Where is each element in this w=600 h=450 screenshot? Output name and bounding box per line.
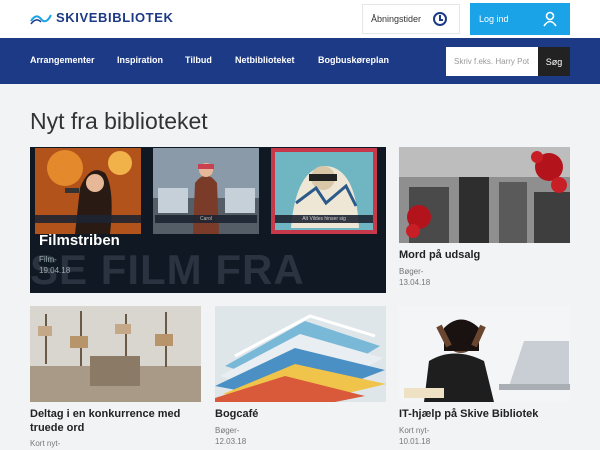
nav-item-tilbud[interactable]: Tilbud	[185, 55, 212, 65]
news-card[interactable]: Bogcafé Bøger- 12.03.18	[215, 306, 386, 450]
featured-title: Filmstriben	[39, 232, 120, 249]
nav-item-netbiblioteket[interactable]: Netbiblioteket	[235, 55, 295, 65]
opening-hours-button[interactable]: Åbningstider	[362, 4, 460, 34]
featured-news-card[interactable]: Carol Alt Vildes hinser sig SE FILM FRA …	[30, 147, 386, 293]
poster-caption	[35, 215, 141, 223]
login-button[interactable]: Log ind	[470, 3, 570, 35]
news-card-category: Bøger-	[215, 426, 240, 435]
news-card-date: 13.04.18	[399, 278, 431, 287]
news-card[interactable]: Mord på udsalg Bøger- 13.04.18	[399, 147, 570, 292]
news-card-category: Kort nyt-	[399, 426, 430, 435]
user-icon	[543, 11, 557, 27]
login-label: Log ind	[479, 14, 509, 24]
poster-caption: Carol	[155, 215, 257, 223]
news-card-title: Mord på udsalg	[399, 249, 481, 261]
poster-caption: Alt Vildes hinser sig	[275, 215, 373, 223]
news-card-category: Kort nyt-	[30, 439, 61, 448]
nav-item-arrangementer[interactable]: Arrangementer	[30, 55, 95, 65]
page-title: Nyt fra biblioteket	[30, 108, 208, 134]
news-card-image	[215, 306, 386, 402]
news-card-title: Deltag i en konkurrence med truede ord	[30, 408, 181, 434]
book-wave-icon	[30, 14, 52, 24]
poster-caption-text: Carol	[200, 216, 212, 222]
news-card-title: Bogcafé	[215, 408, 259, 420]
site-logo[interactable]: SKIVEBIBLIOTEK	[30, 10, 173, 25]
top-bar: SKIVEBIBLIOTEK Åbningstider Log ind	[0, 0, 600, 38]
clock-icon	[433, 12, 447, 26]
featured-background-text: SE FILM FRA	[30, 246, 305, 293]
news-card-category: Bøger-	[399, 267, 424, 276]
nav-item-inspiration[interactable]: Inspiration	[117, 55, 163, 65]
opening-hours-label: Åbningstider	[371, 14, 422, 24]
featured-date: 19.04.18	[39, 266, 71, 275]
nav-item-bogbuskoreplan[interactable]: Bogbuskøreplan	[318, 55, 389, 65]
news-card-image	[399, 147, 570, 243]
news-card[interactable]: IT-hjælp på Skive Bibliotek Kort nyt- 10…	[399, 306, 570, 450]
search-input[interactable]	[446, 47, 538, 76]
news-card-title: IT-hjælp på Skive Bibliotek	[399, 408, 539, 420]
logo-text: SKIVEBIBLIOTEK	[56, 10, 174, 25]
news-card[interactable]: Deltag i en konkurrence med truede ord K…	[30, 306, 201, 450]
news-card-date: 12.03.18	[215, 437, 247, 446]
news-card-date: 10.01.18	[399, 437, 431, 446]
search-button[interactable]: Søg	[538, 47, 570, 76]
news-card-image	[30, 306, 201, 402]
poster-caption-text: Alt Vildes hinser sig	[302, 216, 346, 222]
news-card-image	[399, 306, 570, 402]
featured-category: Film-	[39, 255, 57, 264]
